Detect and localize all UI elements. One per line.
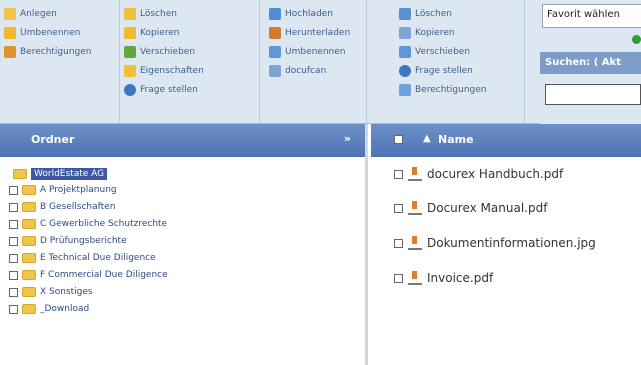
toolbar-item-delete-folder[interactable]: Löschen: [124, 8, 177, 20]
toolbar-item-file-question[interactable]: Frage stellen: [399, 65, 473, 77]
delete-file-icon: [399, 8, 411, 20]
folder-icon: [22, 202, 36, 212]
toolbar-item-copy-folder[interactable]: Kopieren: [124, 27, 179, 39]
create-folder-icon: [4, 8, 16, 20]
file-row[interactable]: Dokumentinformationen.jpg: [394, 236, 596, 250]
rename-folder-icon: [4, 27, 16, 39]
folder-icon: [22, 287, 36, 297]
tree-item[interactable]: F Commercial Due Diligence: [9, 270, 168, 280]
folders-panel: Ordner » WorldEstate AG A Projektplanung…: [0, 124, 368, 365]
question-icon: [124, 84, 136, 96]
name-column-header[interactable]: Name: [438, 133, 474, 146]
move-file-icon: [399, 46, 411, 58]
folder-checkbox[interactable]: [9, 185, 18, 195]
file-checkbox[interactable]: [394, 203, 403, 213]
file-row[interactable]: Docurex Manual.pdf: [394, 201, 547, 215]
move-folder-icon: [124, 46, 136, 58]
file-checkbox[interactable]: [394, 169, 403, 179]
folder-tree-root[interactable]: WorldEstate AG: [13, 168, 108, 180]
upload-icon: [269, 8, 281, 20]
download-file-icon[interactable]: [408, 201, 422, 215]
copy-file-icon: [399, 27, 411, 39]
folders-panel-header: Ordner »: [0, 124, 365, 157]
folder-icon: [22, 270, 36, 280]
favorite-select[interactable]: Favorit wählen: [542, 4, 641, 28]
file-row[interactable]: Invoice.pdf: [394, 271, 493, 285]
collapse-button[interactable]: »: [344, 132, 351, 145]
folders-panel-title: Ordner: [31, 133, 75, 146]
folder-icon: [22, 253, 36, 263]
properties-icon: [124, 65, 136, 77]
folder-icon: [22, 219, 36, 229]
file-checkbox[interactable]: [394, 273, 403, 283]
toolbar-group-folder-actions: Löschen Kopieren Verschieben Eigenschaft…: [120, 0, 260, 124]
folder-icon: [22, 236, 36, 246]
permissions-icon: [399, 84, 411, 96]
tree-item[interactable]: _Download: [9, 304, 89, 314]
tree-item[interactable]: D Prüfungsberichte: [9, 236, 127, 246]
folder-checkbox[interactable]: [9, 287, 18, 297]
toolbar-item-create-folder[interactable]: Anlegen: [4, 8, 57, 20]
folder-checkbox[interactable]: [9, 270, 18, 280]
toolbar-item-download[interactable]: Herunterladen: [269, 27, 350, 39]
scan-icon: [269, 65, 281, 77]
toolbar-item-file-permissions[interactable]: Berechtigungen: [399, 84, 487, 96]
folder-icon: [22, 185, 36, 195]
folder-icon: [22, 304, 36, 314]
folder-root-label: WorldEstate AG: [31, 168, 108, 180]
question-icon: [399, 65, 411, 77]
tree-item[interactable]: X Sonstiges: [9, 287, 93, 297]
toolbar-item-delete-file[interactable]: Löschen: [399, 8, 452, 20]
toolbar-item-rename-file[interactable]: Umbenennen: [269, 46, 346, 58]
sort-arrow-icon[interactable]: ▲: [423, 133, 431, 144]
file-checkbox[interactable]: [394, 238, 403, 248]
delete-folder-icon: [124, 8, 136, 20]
toolbar-item-move-file[interactable]: Verschieben: [399, 46, 470, 58]
toolbar-item-folder-properties[interactable]: Eigenschaften: [124, 65, 204, 77]
file-row[interactable]: docurex Handbuch.pdf: [394, 167, 563, 181]
download-icon: [269, 27, 281, 39]
toolbar-item-folder-permissions[interactable]: Berechtigungen: [4, 46, 92, 58]
toolbar-item-copy-file[interactable]: Kopieren: [399, 27, 454, 39]
favorite-status-icon: [632, 35, 641, 44]
permissions-icon: [4, 46, 16, 58]
folder-icon: [13, 169, 27, 179]
tree-item[interactable]: B Gesellschaften: [9, 202, 115, 212]
folder-checkbox[interactable]: [9, 202, 18, 212]
toolbar-group-file-actions: Löschen Kopieren Verschieben Frage stell…: [367, 0, 525, 124]
copy-folder-icon: [124, 27, 136, 39]
files-panel: ▲ Name docurex Handbuch.pdf Docurex Manu…: [371, 124, 641, 365]
download-file-icon[interactable]: [408, 167, 422, 181]
files-panel-header: ▲ Name: [371, 124, 641, 157]
tree-item[interactable]: C Gewerbliche Schutzrechte: [9, 219, 167, 229]
toolbar-item-upload[interactable]: Hochladen: [269, 8, 333, 20]
toolbar-item-move-folder[interactable]: Verschieben: [124, 46, 195, 58]
tree-item[interactable]: A Projektplanung: [9, 185, 117, 195]
search-label: Suchen: ( Akt: [540, 52, 641, 74]
tree-item[interactable]: E Technical Due Diligence: [9, 253, 156, 263]
toolbar-item-rename-folder[interactable]: Umbenennen: [4, 27, 81, 39]
select-all-checkbox[interactable]: [394, 135, 403, 144]
folder-checkbox[interactable]: [9, 253, 18, 263]
toolbar-group-file-transfer: Hochladen Herunterladen Umbenennen docuf…: [260, 0, 367, 124]
toolbar-group-folder: Anlegen Umbenennen Berechtigungen: [0, 0, 120, 124]
toolbar-item-folder-question[interactable]: Frage stellen: [124, 84, 198, 96]
toolbar-item-docufcan[interactable]: docufcan: [269, 65, 326, 77]
search-input[interactable]: [545, 84, 641, 105]
folder-checkbox[interactable]: [9, 304, 18, 314]
download-file-icon[interactable]: [408, 271, 422, 285]
rename-file-icon: [269, 46, 281, 58]
folder-checkbox[interactable]: [9, 219, 18, 229]
folder-checkbox[interactable]: [9, 236, 18, 246]
download-file-icon[interactable]: [408, 236, 422, 250]
toolbar: Anlegen Umbenennen Berechtigungen Lösche…: [0, 0, 641, 124]
